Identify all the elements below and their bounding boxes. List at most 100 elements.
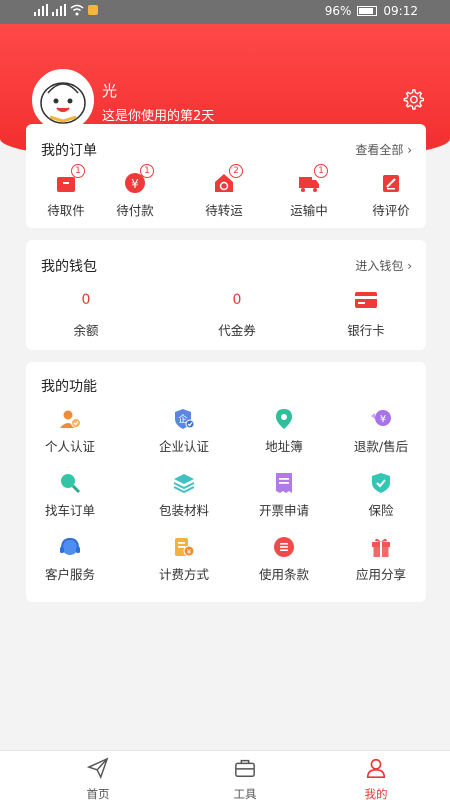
status-bar: 96% 09:12: [0, 0, 450, 24]
function-share-app[interactable]: 应用分享: [341, 536, 421, 583]
balance-label: 余额: [73, 323, 99, 338]
battery-icon: [357, 6, 378, 16]
order-label: 待评价: [372, 203, 410, 218]
badge: 1: [314, 164, 328, 178]
badge: 1: [71, 164, 85, 178]
gift-icon: [370, 536, 392, 558]
badge: 1: [140, 164, 154, 178]
function-insurance[interactable]: 保险: [341, 472, 421, 519]
function-label: 企业认证: [158, 439, 209, 454]
function-label: 个人认证: [44, 439, 95, 454]
order-label: 待取件: [47, 203, 85, 218]
enter-wallet-label: 进入钱包: [355, 259, 404, 273]
function-label: 退款/售后: [353, 439, 409, 454]
function-refund[interactable]: ¥ 退款/售后: [341, 408, 421, 455]
view-all-label: 查看全部: [355, 143, 404, 157]
status-right: 96% 09:12: [325, 4, 418, 18]
nav-home[interactable]: 首页: [68, 757, 128, 800]
orders-title: 我的订单: [41, 143, 97, 159]
function-label: 应用分享: [355, 567, 406, 582]
nav-mine[interactable]: 我的: [346, 757, 406, 800]
function-invoice[interactable]: 开票申请: [244, 472, 324, 519]
paper-plane-icon: [86, 757, 109, 780]
view-all-orders-link[interactable]: 查看全部 ›: [355, 141, 412, 158]
functions-card: 我的功能 个人认证 企 企业认证 地址簿 ¥ 退款/售后 找车订单 包装材料 开…: [26, 362, 426, 602]
function-billing[interactable]: ¥ 计费方式: [144, 536, 224, 583]
box-pickup-icon: 1: [55, 164, 85, 194]
function-label: 保险: [368, 503, 394, 518]
edit-review-icon: [380, 172, 402, 194]
balance-value: 0: [81, 292, 91, 308]
billing-icon: ¥: [173, 536, 195, 558]
function-label: 客户服务: [44, 567, 95, 582]
yuan-payment-icon: ¥ 1: [124, 164, 154, 194]
gear-icon[interactable]: [402, 88, 424, 110]
svg-text:¥: ¥: [131, 177, 139, 191]
truck-icon: 1: [298, 164, 328, 194]
avatar[interactable]: [32, 69, 94, 131]
bank-card-label: 银行卡: [347, 323, 385, 338]
invoice-icon: [273, 472, 295, 494]
function-packaging[interactable]: 包装材料: [144, 472, 224, 519]
svg-text:¥: ¥: [380, 414, 386, 425]
function-label: 包装材料: [158, 503, 209, 518]
svg-text:¥: ¥: [187, 548, 192, 556]
order-pending-pickup[interactable]: 1 待取件: [26, 164, 106, 219]
nav-tools-label: 工具: [233, 787, 257, 800]
orders-card: 我的订单 查看全部 › 1 待取件 ¥ 1 待付款 2 待转运 1 运输中 待评…: [26, 124, 426, 228]
order-pending-transfer[interactable]: 2 待转运: [184, 164, 264, 219]
function-label: 使用条款: [258, 567, 309, 582]
transfer-house-icon: 2: [213, 164, 243, 194]
function-personal-verify[interactable]: 个人认证: [30, 408, 110, 455]
status-left: [34, 4, 98, 16]
function-label: 找车订单: [44, 503, 95, 518]
function-enterprise-verify[interactable]: 企 企业认证: [144, 408, 224, 455]
order-in-transit[interactable]: 1 运输中: [269, 164, 349, 219]
order-label: 运输中: [290, 203, 328, 218]
refund-icon: ¥: [370, 408, 392, 430]
chevron-right-icon: ›: [407, 259, 412, 273]
badge: 2: [229, 164, 243, 178]
bank-card-icon: [355, 292, 377, 308]
bottom-nav: 首页 工具 我的: [0, 750, 450, 800]
signal-icon: [34, 4, 48, 16]
order-label: 待转运: [205, 203, 243, 218]
functions-title: 我的功能: [41, 379, 97, 395]
person-verify-icon: [59, 408, 81, 430]
username: 光: [102, 82, 118, 100]
nav-tools[interactable]: 工具: [215, 757, 275, 800]
usage-days-text: 这是你使用的第2天: [102, 109, 215, 124]
nav-home-label: 首页: [86, 787, 110, 800]
search-car-icon: [59, 472, 81, 494]
order-pending-payment[interactable]: ¥ 1 待付款: [95, 164, 175, 219]
headset-icon: [59, 536, 81, 558]
chevron-right-icon: ›: [407, 143, 412, 157]
function-address-book[interactable]: 地址簿: [244, 408, 324, 455]
clock: 09:12: [383, 4, 418, 18]
function-customer-service[interactable]: 客户服务: [30, 536, 110, 583]
notification-icon: [88, 5, 98, 15]
wallet-title: 我的钱包: [41, 259, 97, 275]
function-label: 地址簿: [265, 439, 303, 454]
voucher-value: 0: [232, 292, 242, 308]
mascot-icon: [40, 82, 86, 124]
function-label: 开票申请: [258, 503, 309, 518]
voucher-label: 代金券: [218, 323, 256, 338]
terms-list-icon: [273, 536, 295, 558]
enterprise-verify-icon: 企: [173, 408, 195, 430]
wallet-card: 我的钱包 进入钱包 › 0 余额 0 代金券 银行卡: [26, 240, 426, 350]
nav-mine-label: 我的: [364, 787, 388, 800]
order-pending-review[interactable]: 待评价: [351, 172, 431, 219]
toolbox-icon: [235, 759, 255, 777]
battery-percent: 96%: [324, 4, 352, 18]
wifi-icon: [70, 4, 84, 16]
function-terms[interactable]: 使用条款: [244, 536, 324, 583]
location-pin-icon: [273, 408, 295, 430]
function-label: 计费方式: [158, 567, 209, 582]
shield-check-icon: [370, 472, 392, 494]
function-find-car-order[interactable]: 找车订单: [30, 472, 110, 519]
person-icon: [366, 758, 386, 778]
order-label: 待付款: [116, 203, 154, 218]
enter-wallet-link[interactable]: 进入钱包 ›: [355, 257, 412, 274]
layers-icon: [173, 472, 195, 494]
